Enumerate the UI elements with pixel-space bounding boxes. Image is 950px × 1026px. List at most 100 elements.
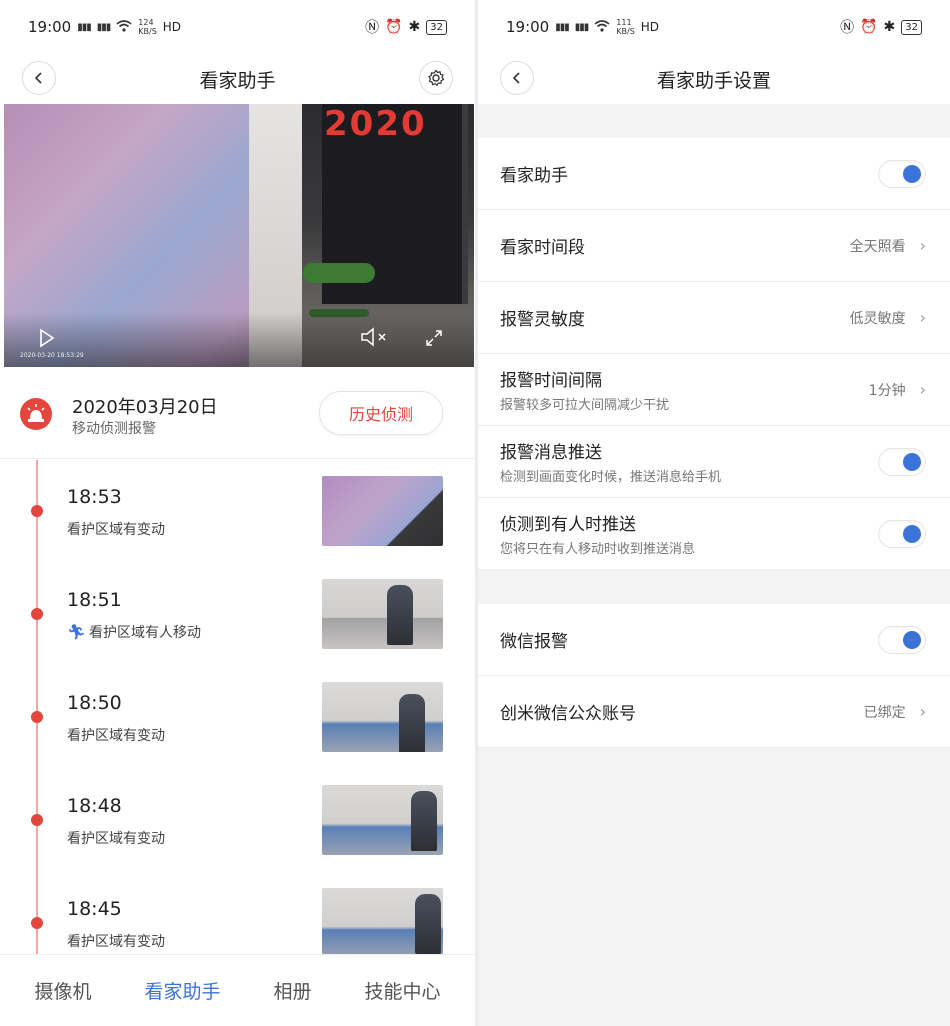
setting-label: 侦测到有人时推送 [500, 515, 636, 535]
bluetooth-icon: ✱ [408, 19, 421, 35]
tab-skill-center[interactable]: 技能中心 [364, 977, 440, 1004]
page-title: 看家助手设置 [656, 69, 771, 92]
setting-home-assistant[interactable]: 看家助手 [478, 138, 950, 210]
hd-icon: HD [640, 20, 660, 34]
fullscreen-icon [426, 330, 442, 346]
timeline-dot [31, 711, 43, 723]
timeline-item[interactable]: 18:50 看护区域有变动 [0, 666, 475, 769]
setting-label: 创米微信公众账号 [500, 704, 636, 724]
event-description: 看护区域有变动 [67, 522, 165, 538]
event-thumbnail[interactable] [322, 579, 443, 649]
setting-label: 看家助手 [500, 166, 568, 186]
fullscreen-button[interactable] [424, 328, 444, 353]
network-speed: 124 KB/S [138, 18, 157, 36]
chevron-left-icon [512, 72, 520, 84]
timeline-dot [31, 608, 43, 620]
setting-label: 报警消息推送 [500, 443, 602, 463]
cellular-signal-icon: ▮▮▮ [77, 21, 91, 33]
page-title: 看家助手 [199, 69, 276, 92]
chevron-right-icon: › [919, 702, 926, 721]
battery-icon: 32 [426, 19, 447, 35]
video-decoration-text: 2020 [324, 104, 427, 144]
right-screen: 19:00 ▮▮▮ ▮▮▮ 111 KB/S HD Ⓝ ⏰ ✱ 32 看家助手设置… [478, 0, 950, 1026]
event-description: 🏃︎ 看护区域有人移动 [67, 623, 202, 641]
back-button[interactable] [22, 61, 56, 95]
tab-camera[interactable]: 摄像机 [34, 977, 91, 1004]
tab-home-assistant[interactable]: 看家助手 [144, 977, 220, 1004]
event-thumbnail[interactable] [322, 785, 443, 855]
left-screen: 19:00 ▮▮▮ ▮▮▮ 124KB/S HD Ⓝ ⏰ ✱ 32 看家助手 [0, 0, 475, 1026]
timeline-item[interactable]: 18:45 看护区域有变动 [0, 872, 475, 954]
battery-icon: 32 [901, 19, 922, 35]
event-time: 18:45 [67, 898, 122, 920]
event-time: 18:50 [67, 692, 122, 714]
tab-album[interactable]: 相册 [273, 977, 311, 1004]
settings-button[interactable] [419, 61, 453, 95]
event-thumbnail[interactable] [322, 476, 443, 546]
play-button[interactable] [38, 328, 56, 353]
chevron-left-icon [34, 72, 42, 84]
bluetooth-icon: ✱ [883, 19, 896, 35]
timeline-item[interactable]: 18:51 🏃︎ 看护区域有人移动 [0, 563, 475, 666]
running-person-icon: 🏃︎ [67, 623, 87, 641]
back-button[interactable] [500, 61, 534, 95]
section-gap [478, 104, 950, 138]
wifi-icon [594, 18, 610, 36]
setting-alarm-sensitivity[interactable]: 报警灵敏度 低灵敏度 › [478, 282, 950, 354]
event-description: 看护区域有变动 [67, 728, 165, 744]
alarm-push-toggle[interactable] [878, 447, 926, 476]
setting-description: 您将只在有人移动时收到推送消息 [500, 542, 696, 557]
setting-label: 报警灵敏度 [500, 310, 585, 330]
setting-person-detect-push[interactable]: 侦测到有人时推送 您将只在有人移动时收到推送消息 [478, 498, 950, 570]
event-thumbnail[interactable] [322, 682, 443, 752]
setting-alarm-push[interactable]: 报警消息推送 检测到画面变化时候，推送消息给手机 [478, 426, 950, 498]
history-detection-button[interactable]: 历史侦测 [319, 391, 443, 435]
setting-label: 看家时间段 [500, 238, 585, 258]
nfc-icon: Ⓝ [840, 20, 855, 36]
event-description: 看护区域有变动 [67, 831, 165, 847]
event-time: 18:48 [67, 795, 122, 817]
chevron-right-icon: › [919, 308, 926, 327]
setting-description: 检测到画面变化时候，推送消息给手机 [500, 470, 722, 485]
event-description: 看护区域有变动 [67, 934, 165, 950]
play-icon [40, 328, 55, 348]
wechat-alarm-toggle[interactable] [878, 625, 926, 654]
event-time: 18:51 [67, 589, 122, 611]
nav-bar: 看家助手设置 [478, 54, 950, 104]
chevron-right-icon: › [919, 380, 926, 399]
setting-value: 已绑定 [863, 704, 906, 721]
status-time: 19:00 [506, 18, 550, 36]
timeline-dot [31, 814, 43, 826]
gear-icon [428, 69, 445, 87]
setting-value: 全天照看 [849, 238, 906, 255]
alarm-timeline: 18:53 看护区域有变动 18:51 🏃︎ 看护区域有人移动 18:50 看护… [0, 460, 475, 954]
alarm-header: 2020年03月20日 移动侦测报警 历史侦测 [0, 368, 475, 459]
speaker-muted-icon [361, 327, 386, 347]
status-bar: 19:00 ▮▮▮ ▮▮▮ 111 KB/S HD Ⓝ ⏰ ✱ 32 [478, 0, 950, 54]
wifi-icon [116, 18, 132, 36]
timeline-item[interactable]: 18:53 看护区域有变动 [0, 460, 475, 563]
setting-description: 报警较多可拉大间隔减少干扰 [500, 398, 670, 413]
setting-label: 报警时间间隔 [500, 371, 602, 391]
alarm-type: 移动侦测报警 [72, 421, 156, 437]
person-detect-push-toggle[interactable] [878, 519, 926, 548]
bottom-tab-bar: 摄像机 看家助手 相册 技能中心 [0, 954, 475, 1026]
network-speed: 111 KB/S [616, 18, 635, 36]
timeline-item[interactable]: 18:48 看护区域有变动 [0, 769, 475, 872]
setting-wechat-alarm[interactable]: 微信报警 [478, 604, 950, 676]
setting-alarm-interval[interactable]: 报警时间间隔 报警较多可拉大间隔减少干扰 1分钟 › [478, 354, 950, 426]
camera-live-view[interactable]: 2020 2020-03-20 18:53:29 [4, 104, 474, 367]
setting-watch-period[interactable]: 看家时间段 全天照看 › [478, 210, 950, 282]
cellular-signal-icon-2: ▮▮▮ [574, 21, 589, 33]
timeline-dot [31, 505, 43, 517]
setting-wechat-account[interactable]: 创米微信公众账号 已绑定 › [478, 676, 950, 748]
home-assistant-toggle[interactable] [878, 159, 926, 188]
mute-button[interactable] [360, 326, 390, 353]
setting-value: 1分钟 [868, 382, 906, 399]
video-timestamp: 2020-03-20 18:53:29 [20, 352, 84, 359]
alarm-date: 2020年03月20日 [72, 397, 218, 418]
setting-label: 微信报警 [500, 632, 568, 652]
status-bar: 19:00 ▮▮▮ ▮▮▮ 124 KB/S HD Ⓝ ⏰ ✱ 32 [0, 0, 475, 54]
status-time: 19:00 [28, 18, 72, 36]
event-thumbnail[interactable] [322, 888, 443, 954]
